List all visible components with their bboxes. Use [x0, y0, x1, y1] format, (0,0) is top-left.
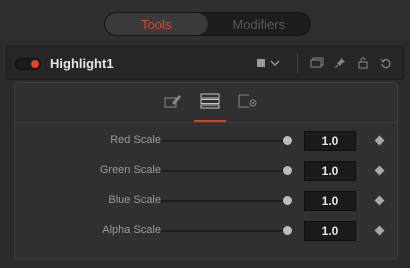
red-scale-keyframe-icon[interactable]	[374, 135, 385, 146]
red-scale-slider[interactable]	[161, 140, 287, 142]
common-page-tab[interactable]	[236, 92, 260, 114]
tools-modifiers-switch: Tools Modifiers	[104, 12, 311, 36]
green-scale-keyframe-icon[interactable]	[374, 165, 385, 176]
controls-panel: Red Scale 1.0 Green Scale 1.0 Blue Scale…	[14, 82, 398, 260]
controls-edit-icon	[164, 93, 182, 114]
chevron-down-icon[interactable]	[268, 56, 282, 70]
top-bar: Tools Modifiers	[0, 0, 410, 40]
alpha-scale-slider-knob[interactable]	[283, 226, 292, 235]
header-divider	[297, 53, 298, 73]
tool-name: Highlight1	[50, 56, 114, 71]
lock-icon[interactable]	[356, 56, 370, 70]
blue-scale-keyframe-icon[interactable]	[374, 195, 385, 206]
green-scale-slider[interactable]	[161, 170, 287, 172]
green-scale-label: Green Scale	[99, 164, 161, 176]
reset-icon[interactable]	[379, 56, 393, 70]
alpha-scale-value[interactable]: 1.0	[304, 221, 356, 241]
blue-scale-value[interactable]: 1.0	[304, 191, 356, 211]
tool-header: Highlight1	[6, 46, 404, 80]
list-settings-icon	[200, 93, 220, 114]
control-row-green-scale: Green Scale 1.0	[15, 161, 397, 181]
tab-modifiers[interactable]: Modifiers	[208, 13, 311, 35]
red-scale-value[interactable]: 1.0	[304, 131, 356, 151]
tool-enable-toggle[interactable]	[15, 58, 41, 70]
red-scale-slider-knob[interactable]	[283, 136, 292, 145]
enabled-indicator	[31, 60, 39, 68]
alpha-scale-label: Alpha Scale	[102, 224, 161, 236]
alpha-scale-slider[interactable]	[161, 230, 287, 232]
control-row-red-scale: Red Scale 1.0	[15, 131, 397, 151]
tab-tools[interactable]: Tools	[105, 13, 208, 35]
settings-page-tab[interactable]	[194, 92, 226, 122]
control-row-blue-scale: Blue Scale 1.0	[15, 191, 397, 211]
green-scale-slider-knob[interactable]	[283, 166, 292, 175]
color-swatch-icon[interactable]	[254, 56, 268, 70]
control-row-alpha-scale: Alpha Scale 1.0	[15, 221, 397, 241]
green-scale-value[interactable]: 1.0	[304, 161, 356, 181]
control-page-tabs	[15, 83, 397, 123]
alpha-scale-keyframe-icon[interactable]	[374, 225, 385, 236]
red-scale-label: Red Scale	[110, 134, 161, 146]
blue-scale-slider-knob[interactable]	[283, 196, 292, 205]
blue-scale-slider[interactable]	[161, 200, 287, 202]
controls-page-tab[interactable]	[161, 92, 185, 114]
pin-icon[interactable]	[333, 56, 347, 70]
gear-page-icon	[238, 93, 258, 114]
blue-scale-label: Blue Scale	[108, 194, 161, 206]
versions-icon[interactable]	[310, 56, 324, 70]
